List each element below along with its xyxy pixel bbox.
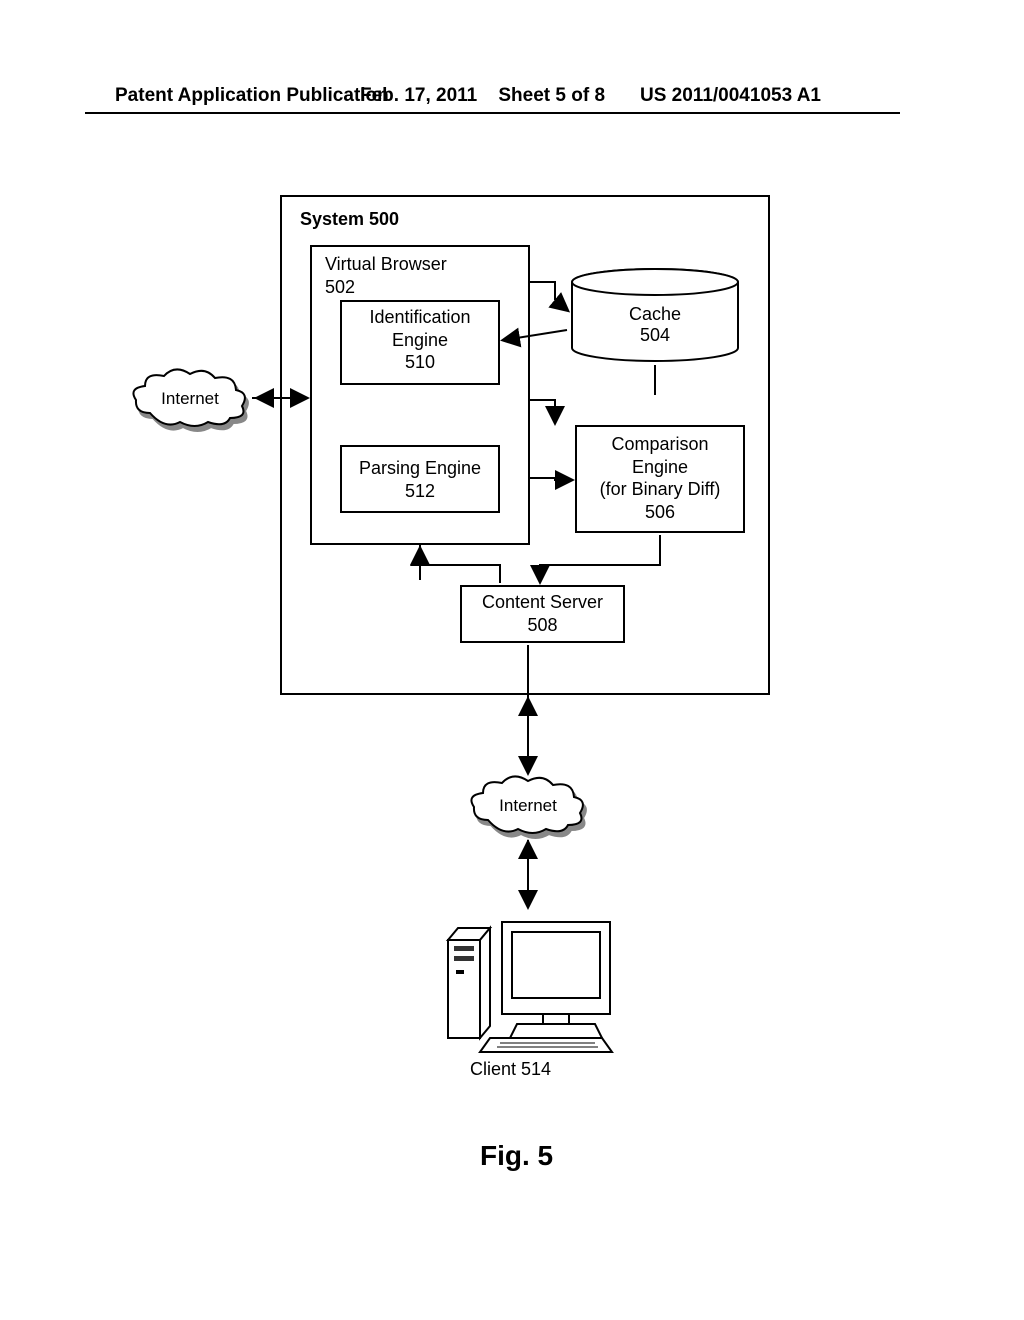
- arrow-content-to-vb: [420, 549, 500, 583]
- arrow-cache-to-ident: [504, 330, 567, 340]
- arrows-layer: [0, 0, 1024, 1320]
- arrow-vb-to-cache: [555, 300, 567, 310]
- arrow-parse-to-comparison: [530, 478, 571, 480]
- figure-canvas: System 500 Virtual Browser 502 Identific…: [0, 0, 1024, 1320]
- figure-caption: Fig. 5: [480, 1140, 553, 1172]
- arrow-vb-to-comparison: [530, 400, 555, 422]
- path-vb-to-cache: [530, 282, 555, 300]
- arrow-comparison-to-content: [540, 535, 660, 581]
